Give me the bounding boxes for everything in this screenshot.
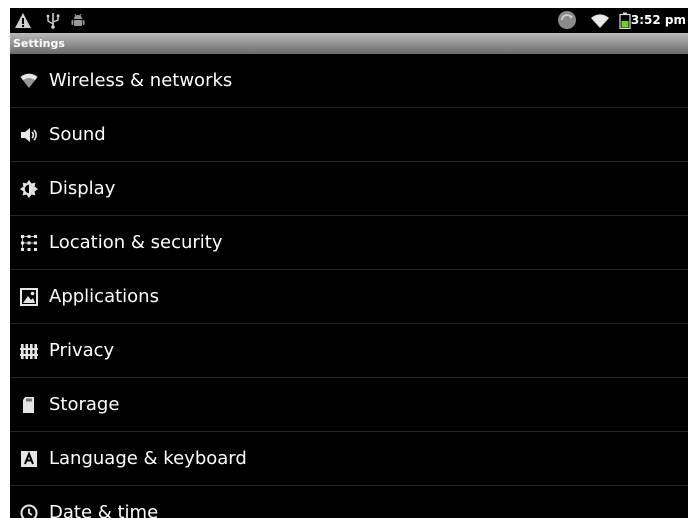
status-bar: 3:52 pm — [10, 8, 688, 33]
settings-item-label: Display — [49, 178, 116, 199]
android-debug-icon — [71, 13, 85, 26]
settings-item-wireless-networks[interactable]: Wireless & networks — [10, 54, 688, 108]
settings-item-label: Applications — [49, 286, 159, 307]
settings-item-label: Privacy — [49, 340, 115, 361]
settings-item-label: Wireless & networks — [49, 70, 233, 91]
settings-item-language-keyboard[interactable]: Language & keyboard — [10, 432, 688, 486]
wifi-icon — [591, 14, 609, 28]
brightness-icon — [20, 180, 38, 198]
speaker-icon — [20, 126, 38, 144]
location-grid-icon — [20, 234, 38, 252]
status-time: 3:52 pm — [630, 13, 686, 27]
settings-item-location-security[interactable]: Location & security — [10, 216, 688, 270]
usb-icon — [46, 13, 60, 29]
settings-item-label: Location & security — [49, 232, 223, 253]
settings-item-label: Sound — [49, 124, 106, 145]
title-bar: Settings — [10, 33, 688, 54]
android-screen: 3:52 pm Settings Wireless & networks Sou… — [10, 8, 688, 518]
settings-item-date-time[interactable]: Date & time — [10, 486, 688, 518]
battery-icon — [619, 12, 631, 29]
settings-item-privacy[interactable]: Privacy — [10, 324, 688, 378]
settings-item-storage[interactable]: Storage — [10, 378, 688, 432]
privacy-icon — [20, 342, 38, 360]
settings-item-label: Language & keyboard — [49, 448, 247, 469]
applications-icon — [20, 288, 38, 306]
warning-icon — [15, 13, 31, 28]
sync-icon — [558, 11, 576, 29]
settings-item-label: Date & time — [49, 502, 159, 518]
settings-list: Wireless & networks Sound Display Locati… — [10, 54, 688, 518]
language-icon — [20, 450, 38, 468]
wifi-icon — [20, 72, 38, 90]
settings-item-sound[interactable]: Sound — [10, 108, 688, 162]
clock-icon — [20, 504, 38, 518]
sd-card-icon — [20, 396, 38, 414]
settings-item-applications[interactable]: Applications — [10, 270, 688, 324]
settings-item-label: Storage — [49, 394, 120, 415]
settings-item-display[interactable]: Display — [10, 162, 688, 216]
page-title: Settings — [13, 37, 65, 50]
